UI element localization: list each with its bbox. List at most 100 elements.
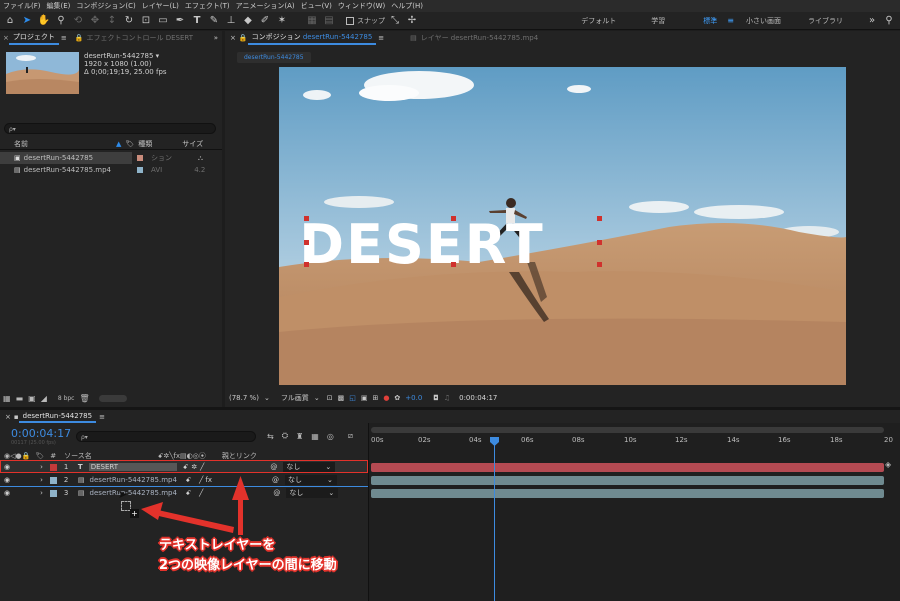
project-search-input[interactable]: ρ▾ <box>4 123 216 134</box>
composition-viewer[interactable]: DESERT <box>279 67 846 385</box>
mask-visibility-icon[interactable]: ◱ <box>349 394 356 402</box>
zoom-tool-icon[interactable]: ⚲ <box>54 14 68 28</box>
label-color-swatch[interactable] <box>137 167 143 173</box>
workspace-menu-icon[interactable]: ≡ <box>727 16 734 25</box>
bpc-label[interactable]: 8 bpc <box>58 395 75 402</box>
menu-window[interactable]: ウィンドウ(W) <box>338 1 385 11</box>
flowchart-icon[interactable]: ⛬ <box>198 154 203 163</box>
workspace-small-screen[interactable]: 小さい画面 <box>740 16 802 26</box>
layer-bar-desert[interactable] <box>371 463 884 472</box>
snap-feature-icon[interactable]: ✢ <box>405 14 419 28</box>
workspace-library[interactable]: ライブラリ <box>802 16 862 26</box>
workspace-default[interactable]: デフォルト <box>575 16 645 26</box>
exposure-value[interactable]: +0.0 <box>405 394 422 402</box>
type-tool-icon[interactable]: T <box>190 14 204 28</box>
timeline-track-area[interactable] <box>368 423 900 601</box>
new-folder-icon[interactable]: ▬ <box>16 394 24 403</box>
eraser-tool-icon[interactable]: ◆ <box>241 14 255 28</box>
time-ruler[interactable]: 00s 02s 04s 06s 08s 10s 12s 14s 16s 18s … <box>368 436 900 448</box>
rectangle-tool-icon[interactable]: ▭ <box>156 14 170 28</box>
comp-flow-navigator[interactable]: desertRun-5442785 <box>237 52 311 63</box>
align-icon[interactable]: ▦ <box>305 14 319 28</box>
color-management-icon[interactable]: ✿ <box>394 394 400 402</box>
menu-view[interactable]: ビュー(V) <box>301 1 332 11</box>
snapshot-icon[interactable]: ◘ <box>433 394 439 402</box>
anchor-point-icon[interactable]: ⊡ <box>139 14 153 28</box>
layer-bar-video-3[interactable] <box>371 489 884 498</box>
menu-animation[interactable]: アニメーション(A) <box>236 1 295 11</box>
menu-file[interactable]: ファイル(F) <box>3 1 41 11</box>
zoom-level[interactable]: (78.7 %) <box>229 394 259 402</box>
resolution-select[interactable]: フル画質 <box>281 393 309 403</box>
list-item[interactable]: ▣ desertRun-5442785 <box>0 152 132 164</box>
label-tag-icon[interactable]: 🏷 <box>125 140 134 148</box>
roto-brush-icon[interactable]: ✐ <box>258 14 272 28</box>
lock-icon[interactable]: 🔒 <box>75 34 84 42</box>
pen-tool-icon[interactable]: ✒ <box>173 14 187 28</box>
search-help-icon[interactable]: ⚲ <box>882 14 896 28</box>
project-panel: × プロジェクト ≡ 🔒 エフェクトコントロール DESERT » desert… <box>0 31 222 407</box>
dolly-camera-icon[interactable]: ↕ <box>105 14 119 28</box>
menu-composition[interactable]: コンポジション(C) <box>76 1 135 11</box>
channel-icon[interactable]: ● <box>383 394 389 402</box>
adjust-project-icon[interactable]: ◢ <box>41 394 47 403</box>
composition-icon: ▣ <box>14 154 21 162</box>
orbit-camera-icon[interactable]: ⟲ <box>71 14 85 28</box>
selection-tool-icon[interactable]: ➤ <box>20 14 34 28</box>
more-workspaces-icon[interactable]: » <box>865 14 879 28</box>
region-of-interest-icon[interactable]: ▣ <box>361 394 368 402</box>
workspace-standard[interactable]: 標準 <box>697 16 727 26</box>
snap-toggle[interactable]: スナップ <box>346 16 385 26</box>
menu-edit[interactable]: 編集(E) <box>47 1 71 11</box>
column-type[interactable]: 種類 <box>138 139 152 149</box>
column-size[interactable]: サイズ <box>182 139 203 149</box>
puppet-pin-icon[interactable]: ✶ <box>275 14 289 28</box>
menu-effect[interactable]: エフェクト(T) <box>185 1 230 11</box>
annotation-line-1: テキストレイヤーを <box>159 538 276 553</box>
title-text-layer: DESERT <box>299 213 544 276</box>
panel-menu-icon[interactable]: ≡ <box>61 34 67 42</box>
brush-tool-icon[interactable]: ✎ <box>207 14 221 28</box>
label-color-swatch[interactable] <box>137 155 143 161</box>
chevron-down-icon[interactable]: ⌄ <box>314 394 320 402</box>
pan-camera-icon[interactable]: ✥ <box>88 14 102 28</box>
clone-stamp-icon[interactable]: ⊥ <box>224 14 238 28</box>
lock-icon[interactable]: 🔒 <box>239 34 248 42</box>
work-area-bar[interactable] <box>371 427 884 433</box>
menu-layer[interactable]: レイヤー(L) <box>142 1 179 11</box>
trash-icon[interactable]: 🗑 <box>79 394 89 403</box>
tab-layer[interactable]: レイヤー desertRun-5442785.mp4 <box>421 33 538 43</box>
interpret-footage-icon[interactable]: ▦ <box>3 394 11 403</box>
arrow-up-shaft <box>238 498 243 535</box>
project-comp-name[interactable]: desertRun-5442785 ▾ <box>84 52 167 60</box>
column-name[interactable]: 名前 <box>14 139 28 149</box>
snap-checkbox[interactable] <box>346 16 354 25</box>
tab-effect-controls[interactable]: エフェクトコントロール DESERT <box>86 33 193 43</box>
layer-bar-video-2[interactable] <box>371 476 884 485</box>
fast-preview-icon[interactable]: ⊡ <box>327 394 333 402</box>
snap-edge-icon[interactable]: ⤡ <box>388 14 402 28</box>
show-snapshot-icon[interactable]: ♫ <box>444 394 450 402</box>
transparency-grid-icon[interactable]: ▩ <box>338 394 345 402</box>
playhead-line[interactable] <box>494 437 495 601</box>
panel-menu-icon[interactable]: ≡ <box>378 34 384 42</box>
new-comp-icon[interactable]: ▣ <box>28 394 36 403</box>
chevron-down-icon[interactable]: ⌄ <box>264 394 270 402</box>
distribute-icon[interactable]: ▤ <box>322 14 336 28</box>
project-scrollbar[interactable] <box>98 394 127 402</box>
home-icon[interactable]: ⌂ <box>3 14 17 28</box>
layer-scroll-icon[interactable]: ◈ <box>885 460 900 472</box>
project-column-header: 名前 ▲ 🏷 種類 サイズ <box>0 139 222 150</box>
current-time-display[interactable]: 0:00:04:17 <box>459 394 497 402</box>
tab-composition[interactable]: コンポジション desertRun-5442785 <box>247 31 377 45</box>
grid-guides-icon[interactable]: ⊞ <box>372 394 378 402</box>
hand-tool-icon[interactable]: ✋ <box>37 14 51 28</box>
sort-ascending-icon[interactable]: ▲ <box>116 140 121 148</box>
menu-help[interactable]: ヘルプ(H) <box>391 1 423 11</box>
rotate-tool-icon[interactable]: ↻ <box>122 14 136 28</box>
close-icon[interactable]: × <box>230 34 236 42</box>
panel-expand-icon[interactable]: » <box>214 34 218 42</box>
layer-panel-icon[interactable]: ▤ <box>410 34 417 42</box>
tab-project[interactable]: プロジェクト <box>8 31 59 45</box>
workspace-learn[interactable]: 学習 <box>645 16 697 26</box>
